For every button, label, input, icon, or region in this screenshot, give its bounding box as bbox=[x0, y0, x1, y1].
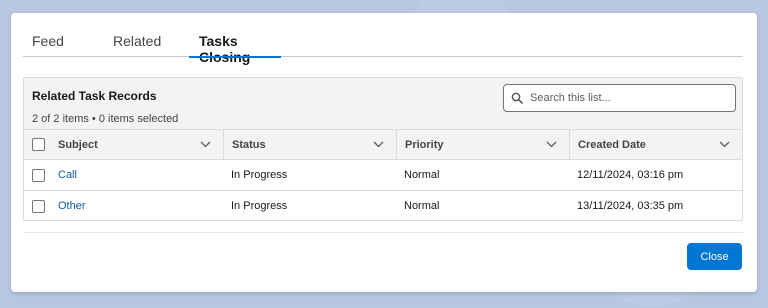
column-subject-label: Subject bbox=[58, 138, 98, 151]
created-date-cell: 12/11/2024, 03:16 pm bbox=[569, 159, 742, 191]
column-priority[interactable]: Priority bbox=[396, 130, 569, 160]
column-status-label: Status bbox=[232, 138, 266, 151]
search-icon bbox=[504, 92, 530, 104]
subject-cell: Call bbox=[50, 159, 223, 191]
modal-dialog: Feed Related Tasks Closing Related Task … bbox=[11, 13, 757, 292]
chevron-down-icon[interactable] bbox=[373, 141, 384, 148]
chevron-down-icon[interactable] bbox=[719, 141, 730, 148]
row-select-cell bbox=[24, 159, 50, 191]
column-created-date[interactable]: Created Date bbox=[569, 130, 742, 160]
column-priority-label: Priority bbox=[405, 138, 444, 151]
tab-bar: Feed Related Tasks Closing bbox=[23, 27, 743, 65]
tab-related[interactable]: Related bbox=[91, 27, 177, 57]
footer-divider bbox=[23, 232, 743, 233]
table-header-row: Subject Status Priority Created Date bbox=[24, 130, 742, 160]
subject-cell: Other bbox=[50, 191, 223, 222]
task-table: Subject Status Priority Created Date Cal… bbox=[24, 130, 742, 222]
column-status[interactable]: Status bbox=[223, 130, 396, 160]
row-checkbox[interactable] bbox=[32, 199, 45, 213]
column-subject[interactable]: Subject bbox=[50, 130, 223, 160]
chevron-down-icon[interactable] bbox=[546, 141, 557, 148]
status-cell: In Progress bbox=[223, 159, 396, 191]
tab-tasks-closing[interactable]: Tasks Closing bbox=[177, 27, 281, 65]
created-date-cell: 13/11/2024, 03:35 pm bbox=[577, 200, 684, 213]
select-all-checkbox[interactable] bbox=[32, 138, 45, 151]
card-header: Related Task Records 2 of 2 items • 0 it… bbox=[24, 78, 742, 130]
search-box[interactable] bbox=[503, 84, 736, 112]
row-checkbox[interactable] bbox=[32, 168, 45, 182]
column-created-date-label: Created Date bbox=[578, 138, 646, 151]
select-all-cell bbox=[24, 130, 50, 160]
subject-link[interactable]: Call bbox=[58, 169, 77, 181]
chevron-down-icon[interactable] bbox=[200, 141, 211, 148]
priority-cell: Normal bbox=[396, 159, 569, 191]
card-title: Related Task Records bbox=[32, 89, 157, 103]
close-button[interactable]: Close bbox=[687, 243, 742, 270]
search-input[interactable] bbox=[530, 92, 720, 104]
table-row: Call In Progress Normal 12/11/2024, 03:1… bbox=[24, 159, 742, 191]
tab-feed[interactable]: Feed bbox=[23, 27, 91, 57]
status-cell: In Progress bbox=[231, 200, 288, 213]
subject-link[interactable]: Other bbox=[58, 200, 86, 212]
table-row: Other In Progress Normal 13/11/2024, 03:… bbox=[24, 191, 742, 222]
priority-cell: Normal bbox=[404, 200, 440, 213]
related-list-card: Related Task Records 2 of 2 items • 0 it… bbox=[23, 77, 743, 221]
row-select-cell bbox=[24, 191, 50, 222]
item-count: 2 of 2 items • 0 items selected bbox=[32, 113, 179, 125]
